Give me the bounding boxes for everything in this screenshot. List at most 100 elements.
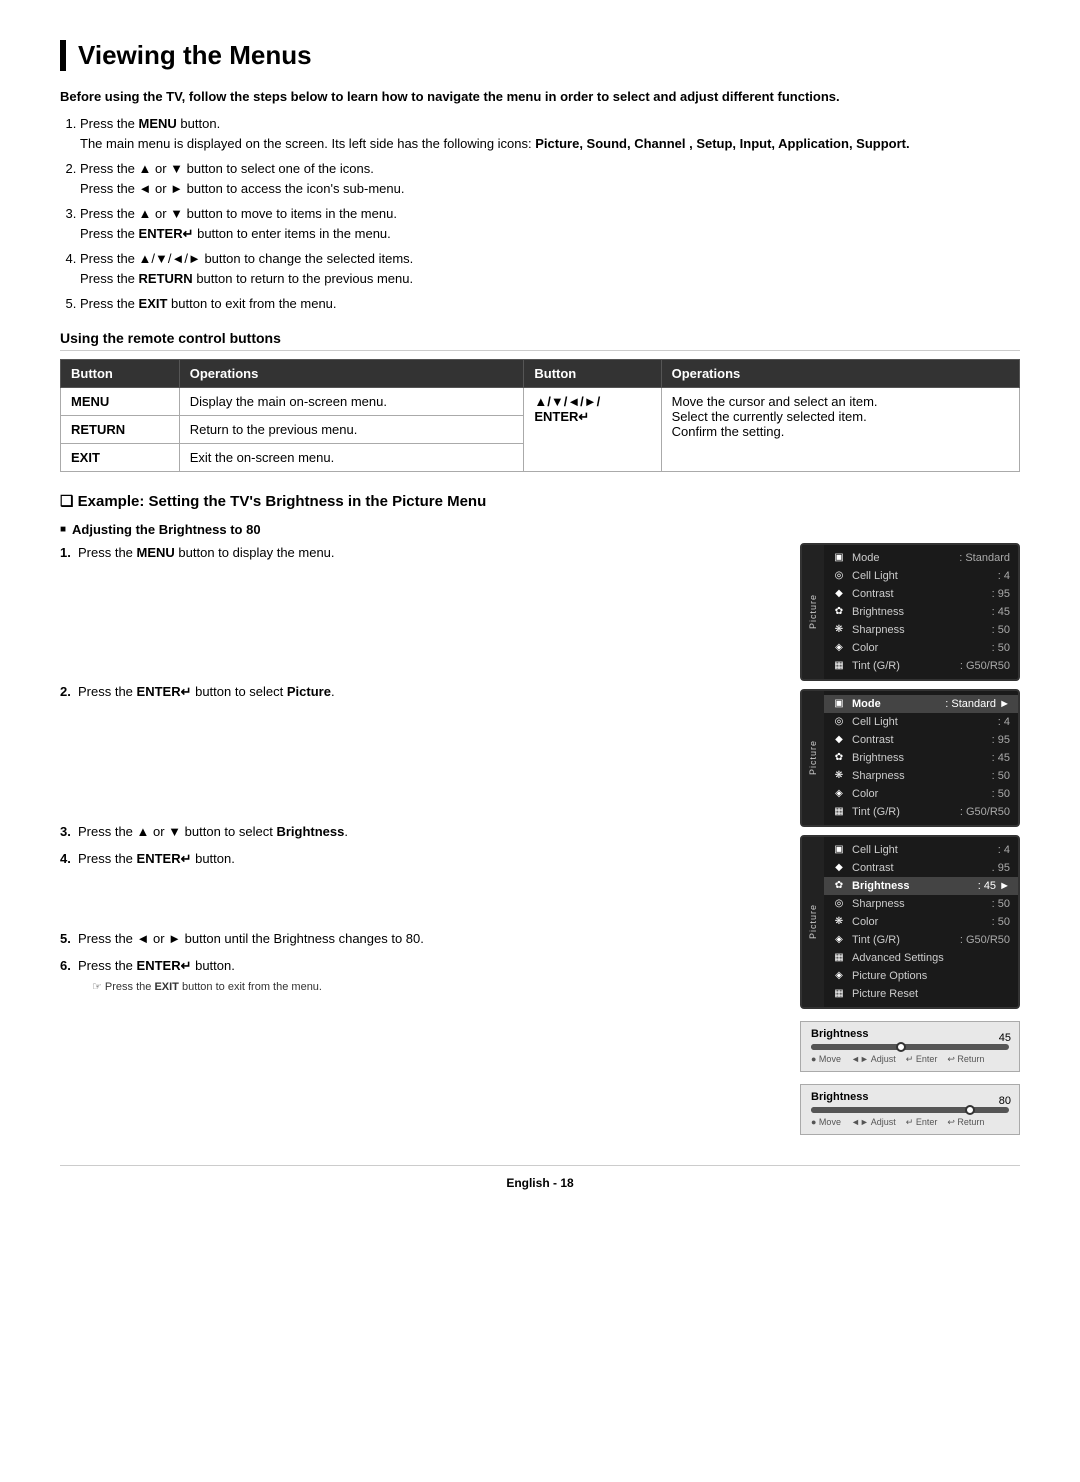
menu-row-tint: ▦ Tint (G/R) : G50/R50 (824, 657, 1018, 675)
footer-text: English - 18 (506, 1176, 573, 1190)
menu-row-mode: ▣ Mode : Standard (824, 549, 1018, 567)
btn-return: RETURN (61, 415, 180, 443)
tv-sidebar-1: Picture (802, 545, 824, 679)
col-header-operations1: Operations (179, 359, 524, 387)
table-row: MENU Display the main on-screen menu. ▲/… (61, 387, 1020, 415)
mode-hl-icon: ▣ (832, 697, 846, 711)
adjusting-title: Adjusting the Brightness to 80 (60, 522, 1020, 537)
menu-row-color: ◈ Color : 50 (824, 639, 1018, 657)
color-value: : 50 (992, 642, 1010, 654)
menu-row-brightness: ✿ Brightness : 45 (824, 603, 1018, 621)
slider-fill-1 (811, 1044, 900, 1050)
contrast3-icon: ◆ (832, 861, 846, 875)
sharpness3-icon: ◎ (832, 897, 846, 911)
op-nav: Move the cursor and select an item.Selec… (661, 387, 1019, 471)
mode-label: Mode (852, 552, 953, 564)
tv-menu-3: Picture ▣ Cell Light : 4 ◆ Contrast . 95… (800, 835, 1020, 1009)
menu-row-brightness2: ✿ Brightness : 45 (824, 749, 1018, 767)
main-steps-list: Press the MENU button. The main menu is … (80, 114, 1020, 314)
intro-text: Before using the TV, follow the steps be… (60, 89, 1020, 104)
tint-icon: ▦ (832, 659, 846, 673)
page-title: Viewing the Menus (60, 40, 1020, 71)
color3-value: : 50 (992, 916, 1010, 928)
ex-step-4: 4. Press the ENTER↵ button. (60, 849, 770, 869)
menu-content-2: ▣ Mode : Standard ► ◎ Cell Light : 4 ◆ C… (824, 691, 1018, 825)
tint2-label: Tint (G/R) (852, 806, 954, 818)
sidebar-label-2: Picture (808, 740, 818, 775)
tint-label: Tint (G/R) (852, 660, 954, 672)
celllight-label: Cell Light (852, 570, 992, 582)
menu-row-sharpness2: ❋ Sharpness : 50 (824, 767, 1018, 785)
contrast2-value: : 95 (992, 734, 1010, 746)
op-return: Return to the previous menu. (179, 415, 524, 443)
slider-track-1 (811, 1044, 1009, 1050)
tint-value: : G50/R50 (960, 660, 1010, 672)
picturereset-icon: ▦ (832, 987, 846, 1001)
menu-row-brightness-hl: ✿ Brightness : 45 ► (824, 877, 1018, 895)
ex-step-2: 2. Press the ENTER↵ button to select Pic… (60, 682, 770, 702)
tint3-label: Tint (G/R) (852, 934, 954, 946)
btn-menu: MENU (61, 387, 180, 415)
brightness-hl-value: : 45 ► (978, 880, 1010, 892)
enter-ctrl-1: ↵ Enter (906, 1054, 938, 1065)
remote-control-table: Button Operations Button Operations MENU… (60, 359, 1020, 472)
ex-step-3: 3. Press the ▲ or ▼ button to select Bri… (60, 822, 770, 842)
remote-section-title: Using the remote control buttons (60, 330, 1020, 351)
color2-label: Color (852, 788, 986, 800)
sidebar-label-3: Picture (808, 904, 818, 939)
mode-hl-value: : Standard ► (945, 698, 1010, 710)
adjust-ctrl-1: ◄► Adjust (851, 1054, 896, 1065)
celllight3-value: : 4 (998, 844, 1010, 856)
brightness2-icon: ✿ (832, 751, 846, 765)
bar-controls-1: ● Move ◄► Adjust ↵ Enter ↩ Return (811, 1054, 1009, 1065)
step-4: Press the ▲/▼/◄/► button to change the s… (80, 249, 1020, 288)
mode-value: : Standard (959, 552, 1010, 564)
menu-row-celllight3: ▣ Cell Light : 4 (824, 841, 1018, 859)
col-header-operations2: Operations (661, 359, 1019, 387)
example-steps-list: 1. Press the MENU button to display the … (60, 543, 770, 996)
brightness-value: : 45 (992, 606, 1010, 618)
step-3: Press the ▲ or ▼ button to move to items… (80, 204, 1020, 243)
celllight-icon: ◎ (832, 569, 846, 583)
menu-row-sharpness3: ◎ Sharpness : 50 (824, 895, 1018, 913)
step-1: Press the MENU button. The main menu is … (80, 114, 1020, 153)
color3-icon: ❋ (832, 915, 846, 929)
pictureoptions-label: Picture Options (852, 970, 1004, 982)
sidebar-label-1: Picture (808, 594, 818, 629)
advanced-label: Advanced Settings (852, 952, 1004, 964)
sharpness2-label: Sharpness (852, 770, 986, 782)
move-ctrl-1: ● Move (811, 1054, 841, 1065)
sharpness3-label: Sharpness (852, 898, 986, 910)
celllight-value: : 4 (998, 570, 1010, 582)
tv-sidebar-2: Picture (802, 691, 824, 825)
enter-ctrl-2: ↵ Enter (906, 1117, 938, 1128)
picturereset-label: Picture Reset (852, 988, 1004, 1000)
menu-content-3: ▣ Cell Light : 4 ◆ Contrast . 95 ✿ Brigh… (824, 837, 1018, 1007)
contrast-icon: ◆ (832, 587, 846, 601)
left-column: 1. Press the MENU button to display the … (60, 543, 770, 1135)
sharpness-icon: ❋ (832, 623, 846, 637)
brightness-bar-title-2: Brightness (811, 1091, 1009, 1103)
mode-hl-label: Mode (852, 698, 939, 710)
brightness-bar-title-1: Brightness (811, 1028, 1009, 1040)
adjust-ctrl-2: ◄► Adjust (851, 1117, 896, 1128)
sharpness-label: Sharpness (852, 624, 986, 636)
brightness-label: Brightness (852, 606, 986, 618)
sharpness-value: : 50 (992, 624, 1010, 636)
celllight2-icon: ◎ (832, 715, 846, 729)
contrast2-label: Contrast (852, 734, 986, 746)
return-ctrl-2: ↩ Return (947, 1117, 984, 1128)
btn-nav: ▲/▼/◄/►/ENTER↵ (524, 387, 661, 471)
sharpness3-value: : 50 (992, 898, 1010, 910)
two-col-layout: 1. Press the MENU button to display the … (60, 543, 1020, 1135)
celllight3-icon: ▣ (832, 843, 846, 857)
contrast-label: Contrast (852, 588, 986, 600)
menu-row-contrast3: ◆ Contrast . 95 (824, 859, 1018, 877)
celllight2-label: Cell Light (852, 716, 992, 728)
menu-row-celllight: ◎ Cell Light : 4 (824, 567, 1018, 585)
col-header-button1: Button (61, 359, 180, 387)
brightness-hl-label: Brightness (852, 880, 972, 892)
color2-icon: ◈ (832, 787, 846, 801)
tint3-value: : G50/R50 (960, 934, 1010, 946)
color3-label: Color (852, 916, 986, 928)
